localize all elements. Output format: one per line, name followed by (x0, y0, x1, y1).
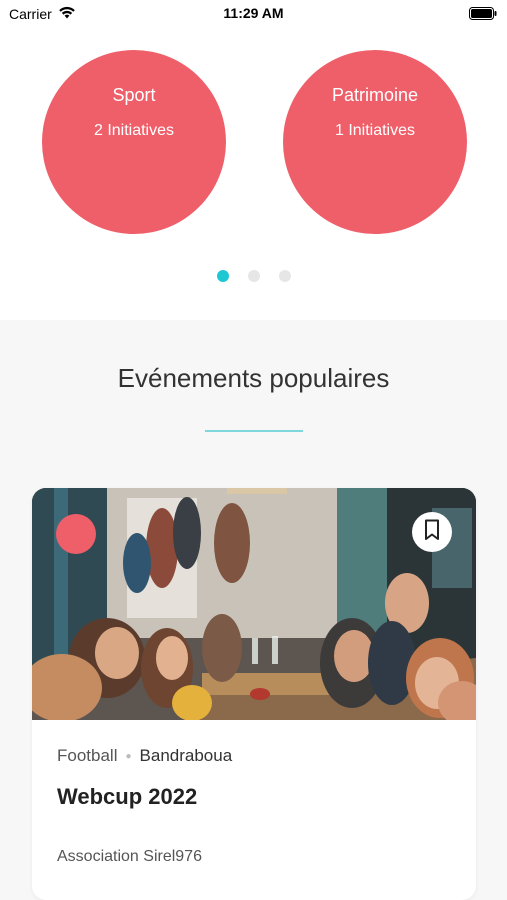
category-count: 1 Initiatives (334, 122, 416, 139)
category-carousel[interactable]: Sport 2 Initiatives Patrimoine 1 Initiat… (0, 0, 507, 320)
page-dot-3[interactable] (278, 270, 291, 282)
section-title: Evénements populaires (117, 363, 390, 393)
category-card-sport[interactable]: Sport 2 Initiatives (42, 50, 226, 234)
event-category: Football (57, 746, 118, 765)
event-location: Bandraboua (139, 746, 233, 765)
event-meta: Football ● Bandraboua (57, 746, 232, 766)
page-dot-2[interactable] (247, 270, 260, 282)
meta-separator: ● (125, 750, 132, 762)
carousel-pagination (0, 270, 507, 282)
category-name: Patrimoine (331, 85, 419, 105)
bookmark-button[interactable] (412, 512, 452, 552)
popular-events-section: Evénements populaires Football ● Bandrab… (0, 320, 507, 900)
event-organizer: Association Sirel976 (57, 848, 202, 865)
event-card[interactable]: Football ● Bandraboua Webcup 2022 Associ… (32, 488, 476, 900)
category-count: 2 Initiatives (93, 122, 175, 139)
page-dot-1[interactable] (216, 270, 229, 282)
event-category-badge (56, 514, 96, 554)
event-photo (32, 488, 476, 720)
category-name: Sport (112, 85, 156, 105)
bookmark-icon (423, 519, 441, 546)
event-title: Webcup 2022 (57, 784, 198, 809)
category-card-patrimoine[interactable]: Patrimoine 1 Initiatives (283, 50, 467, 234)
section-divider (205, 430, 303, 432)
